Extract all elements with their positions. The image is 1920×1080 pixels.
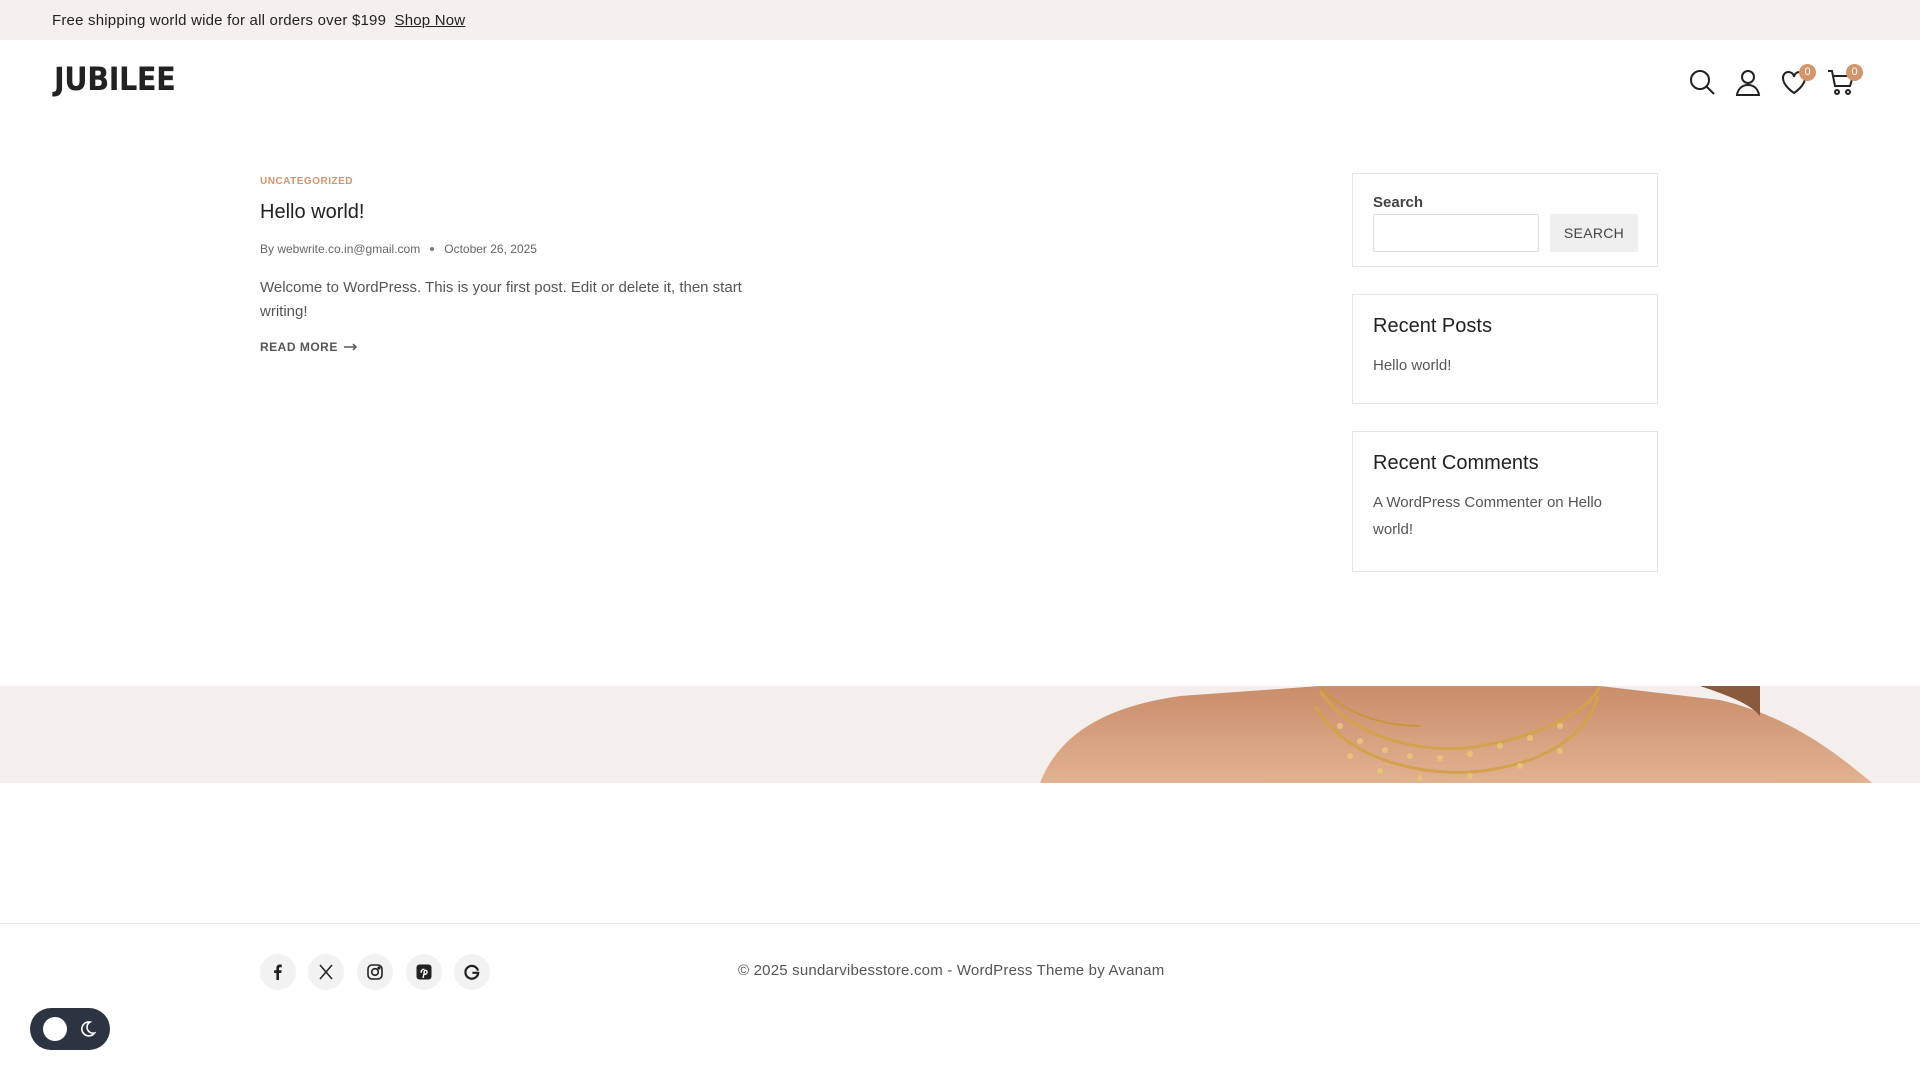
recent-posts-title: Recent Posts [1373,315,1492,337]
search-button[interactable] [1688,68,1718,98]
comment-on-text: on [1546,494,1564,511]
facebook-link[interactable] [260,954,296,990]
post-date[interactable]: October 26, 2025 [444,242,537,256]
x-link[interactable] [308,954,344,990]
toggle-knob [43,1017,67,1041]
search-icon [1690,70,1715,95]
x-icon [319,964,333,980]
instagram-icon [367,964,383,980]
footer-divider [0,923,1920,924]
post-author[interactable]: By webwrite.co.in@gmail.com [260,242,420,256]
instagram-link[interactable] [357,954,393,990]
post-category[interactable]: UNCATEGORIZED [260,176,780,187]
jewelry-banner-image [0,686,1920,783]
pinterest-link[interactable] [406,954,442,990]
site-header: JUBILEE 0 0 [0,40,1920,128]
search-input[interactable] [1373,214,1539,252]
user-icon [1735,70,1761,96]
google-link[interactable] [454,954,490,990]
search-widget: Search SEARCH [1352,173,1658,267]
recent-posts-widget: Recent Posts Hello world! [1352,294,1658,404]
cart-count-badge: 0 [1846,64,1863,81]
recent-comments-widget: Recent Comments A WordPress Commenter on… [1352,431,1658,572]
post-excerpt: Welcome to WordPress. This is your first… [260,279,742,320]
google-icon [464,964,480,980]
moon-icon [81,1021,96,1037]
arrow-right-icon [343,343,357,351]
meta-separator [430,247,435,251]
wishlist-button[interactable]: 0 [1780,64,1816,98]
recent-post-link[interactable]: Hello world! [1373,352,1637,379]
shop-now-link[interactable]: Shop Now [395,12,466,29]
post-title[interactable]: Hello world! [260,201,780,224]
cart-button[interactable]: 0 [1827,64,1863,98]
account-button[interactable] [1734,68,1764,98]
comment-author-link[interactable]: A WordPress Commenter [1373,494,1543,511]
search-label: Search [1373,194,1424,211]
site-logo[interactable]: JUBILEE [54,60,176,98]
copyright-text: © 2025 sundarvibesstore.com - WordPress … [738,962,1165,979]
search-submit-button[interactable]: SEARCH [1550,214,1638,252]
wishlist-count-badge: 0 [1799,64,1816,81]
necklace-model-image [1040,686,1872,783]
announcement-bar: Free shipping world wide for all orders … [0,0,1920,40]
recent-comments-title: Recent Comments [1373,452,1539,474]
blog-post: UNCATEGORIZED Hello world! By webwrite.c… [260,176,780,354]
post-meta: By webwrite.co.in@gmail.com October 26, … [260,242,780,256]
read-more-label: READ MORE [260,340,338,354]
announcement-text: Free shipping world wide for all orders … [52,11,466,29]
pinterest-icon [416,964,432,980]
read-more-link[interactable]: READ MORE [260,340,780,354]
facebook-icon [274,964,282,980]
recent-comment-item: A WordPress Commenter on Hello world! [1373,489,1637,543]
dark-mode-toggle[interactable] [30,1008,110,1050]
